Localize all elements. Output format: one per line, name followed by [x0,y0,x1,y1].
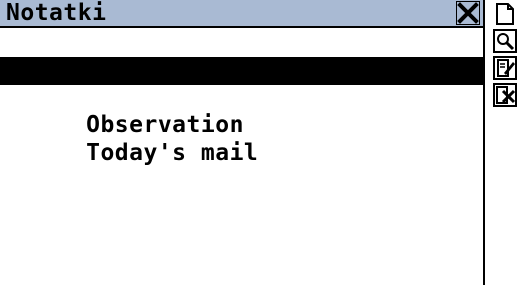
notes-list: Agreement proposal Notes (translated) Ob… [0,29,483,166]
new-note-button[interactable] [493,2,517,26]
list-item[interactable]: Agreement proposal [0,29,483,82]
edit-icon [493,56,517,80]
search-icon [493,29,517,53]
new-document-icon [496,3,514,25]
list-item-label: Agreement proposal [86,56,345,82]
list-item-label: Observation [86,112,244,138]
title-bar: Notatki [0,0,483,28]
list-item-label: Notes (translated) [86,84,345,110]
delete-icon [493,83,517,107]
list-item-label: Today's mail [86,140,259,166]
search-button[interactable] [493,29,517,53]
close-button[interactable] [456,1,480,25]
delete-button[interactable] [493,83,517,107]
side-toolbar [487,0,523,110]
close-icon [456,1,480,25]
window-title: Notatki [6,0,107,26]
notes-window: Notatki Agreement proposal Notes (transl… [0,0,485,285]
edit-button[interactable] [493,56,517,80]
